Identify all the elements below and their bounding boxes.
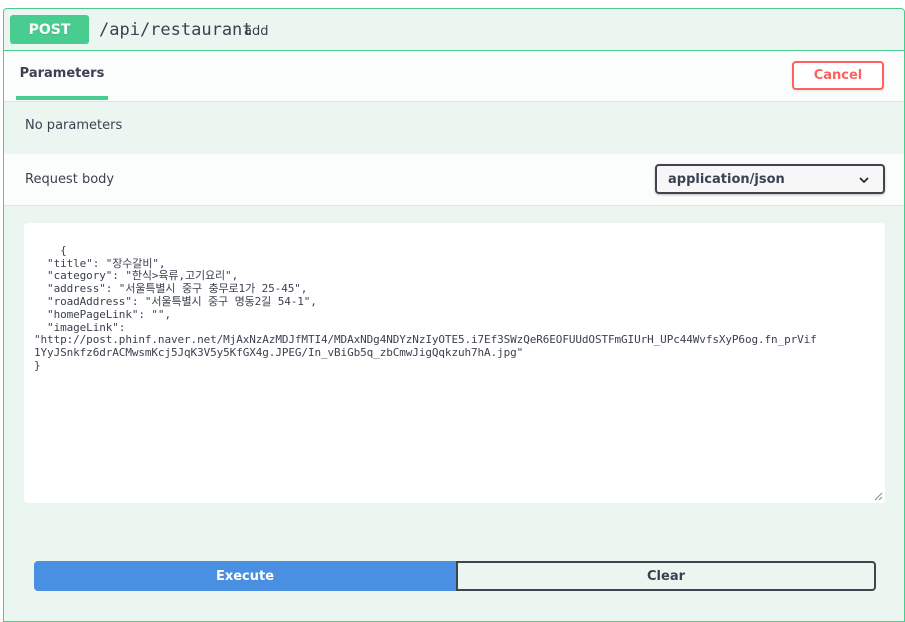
operation-block-post: POST /api/restaurant add Parameters Canc… <box>3 8 905 622</box>
request-body-json: { "title": "장수갈비", "category": "한식>육류,고기… <box>34 243 817 372</box>
operation-description: add <box>244 24 269 39</box>
parameters-header: Parameters Cancel <box>4 51 904 102</box>
operation-summary[interactable]: POST /api/restaurant add <box>4 9 904 51</box>
request-body-editor[interactable]: { "title": "장수갈비", "category": "한식>육류,고기… <box>24 223 885 503</box>
content-type-value: application/json <box>668 171 785 187</box>
operation-path: /api/restaurant <box>99 20 253 40</box>
execute-actions: Execute Clear <box>34 561 876 591</box>
execute-button[interactable]: Execute <box>34 561 456 591</box>
no-parameters-text: No parameters <box>25 118 123 133</box>
clear-button[interactable]: Clear <box>456 561 876 591</box>
tab-parameters[interactable]: Parameters <box>16 51 108 100</box>
chevron-down-icon <box>859 177 869 184</box>
request-body-label: Request body <box>25 172 115 187</box>
content-type-select[interactable]: application/json <box>655 164 885 194</box>
request-body-header: Request body application/json <box>4 154 904 206</box>
method-badge: POST <box>10 15 89 44</box>
cancel-button[interactable]: Cancel <box>792 61 884 90</box>
resize-grip-icon[interactable] <box>874 492 883 501</box>
